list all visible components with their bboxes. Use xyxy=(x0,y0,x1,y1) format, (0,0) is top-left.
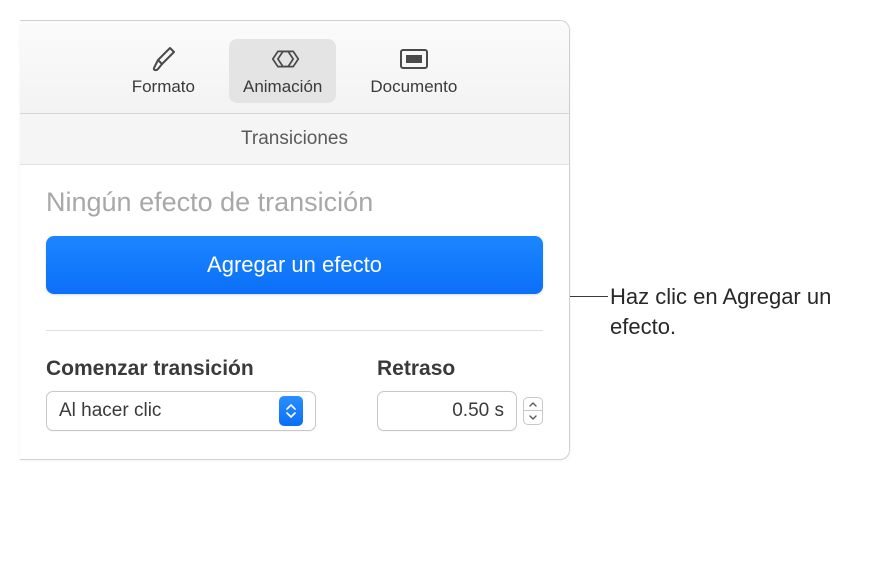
toolbar-format[interactable]: Formato xyxy=(118,39,209,103)
toolbar-format-label: Formato xyxy=(132,77,195,97)
chevron-up-icon xyxy=(529,402,537,407)
inspector-toolbar: Formato Animación Docu xyxy=(20,21,569,114)
add-effect-button[interactable]: Agregar un efecto xyxy=(46,236,543,294)
delay-stepper xyxy=(523,391,543,431)
document-icon xyxy=(397,45,431,73)
toolbar-document-label: Documento xyxy=(370,77,457,97)
delay-input[interactable]: 0.50 s xyxy=(377,391,517,431)
inspector-panel: Formato Animación Docu xyxy=(20,20,570,460)
toolbar-animation[interactable]: Animación xyxy=(229,39,336,103)
panel-content: Ningún efecto de transición Agregar un e… xyxy=(20,165,569,459)
animation-icon xyxy=(266,45,300,73)
toolbar-animation-label: Animación xyxy=(243,77,322,97)
delay-group: Retraso 0.50 s xyxy=(377,357,543,431)
delay-label: Retraso xyxy=(377,357,543,381)
stepper-up-button[interactable] xyxy=(523,397,543,411)
callout-annotation: Haz clic en Agregar un efecto. xyxy=(610,282,850,341)
controls-row: Comenzar transición Al hacer clic Retras… xyxy=(46,357,543,431)
section-title: Transiciones xyxy=(20,114,569,165)
updown-chevron-icon xyxy=(279,396,303,426)
no-effect-heading: Ningún efecto de transición xyxy=(46,187,543,218)
paintbrush-icon xyxy=(146,45,180,73)
chevron-down-icon xyxy=(529,415,537,420)
start-transition-value: Al hacer clic xyxy=(59,400,279,422)
delay-value: 0.50 s xyxy=(452,400,504,422)
start-transition-group: Comenzar transición Al hacer clic xyxy=(46,357,349,431)
start-transition-select[interactable]: Al hacer clic xyxy=(46,391,316,431)
callout-line xyxy=(570,296,608,297)
divider xyxy=(46,330,543,331)
stepper-down-button[interactable] xyxy=(523,411,543,425)
callout-text: Haz clic en Agregar un efecto. xyxy=(610,284,831,339)
start-transition-label: Comenzar transición xyxy=(46,357,349,381)
toolbar-document[interactable]: Documento xyxy=(356,39,471,103)
